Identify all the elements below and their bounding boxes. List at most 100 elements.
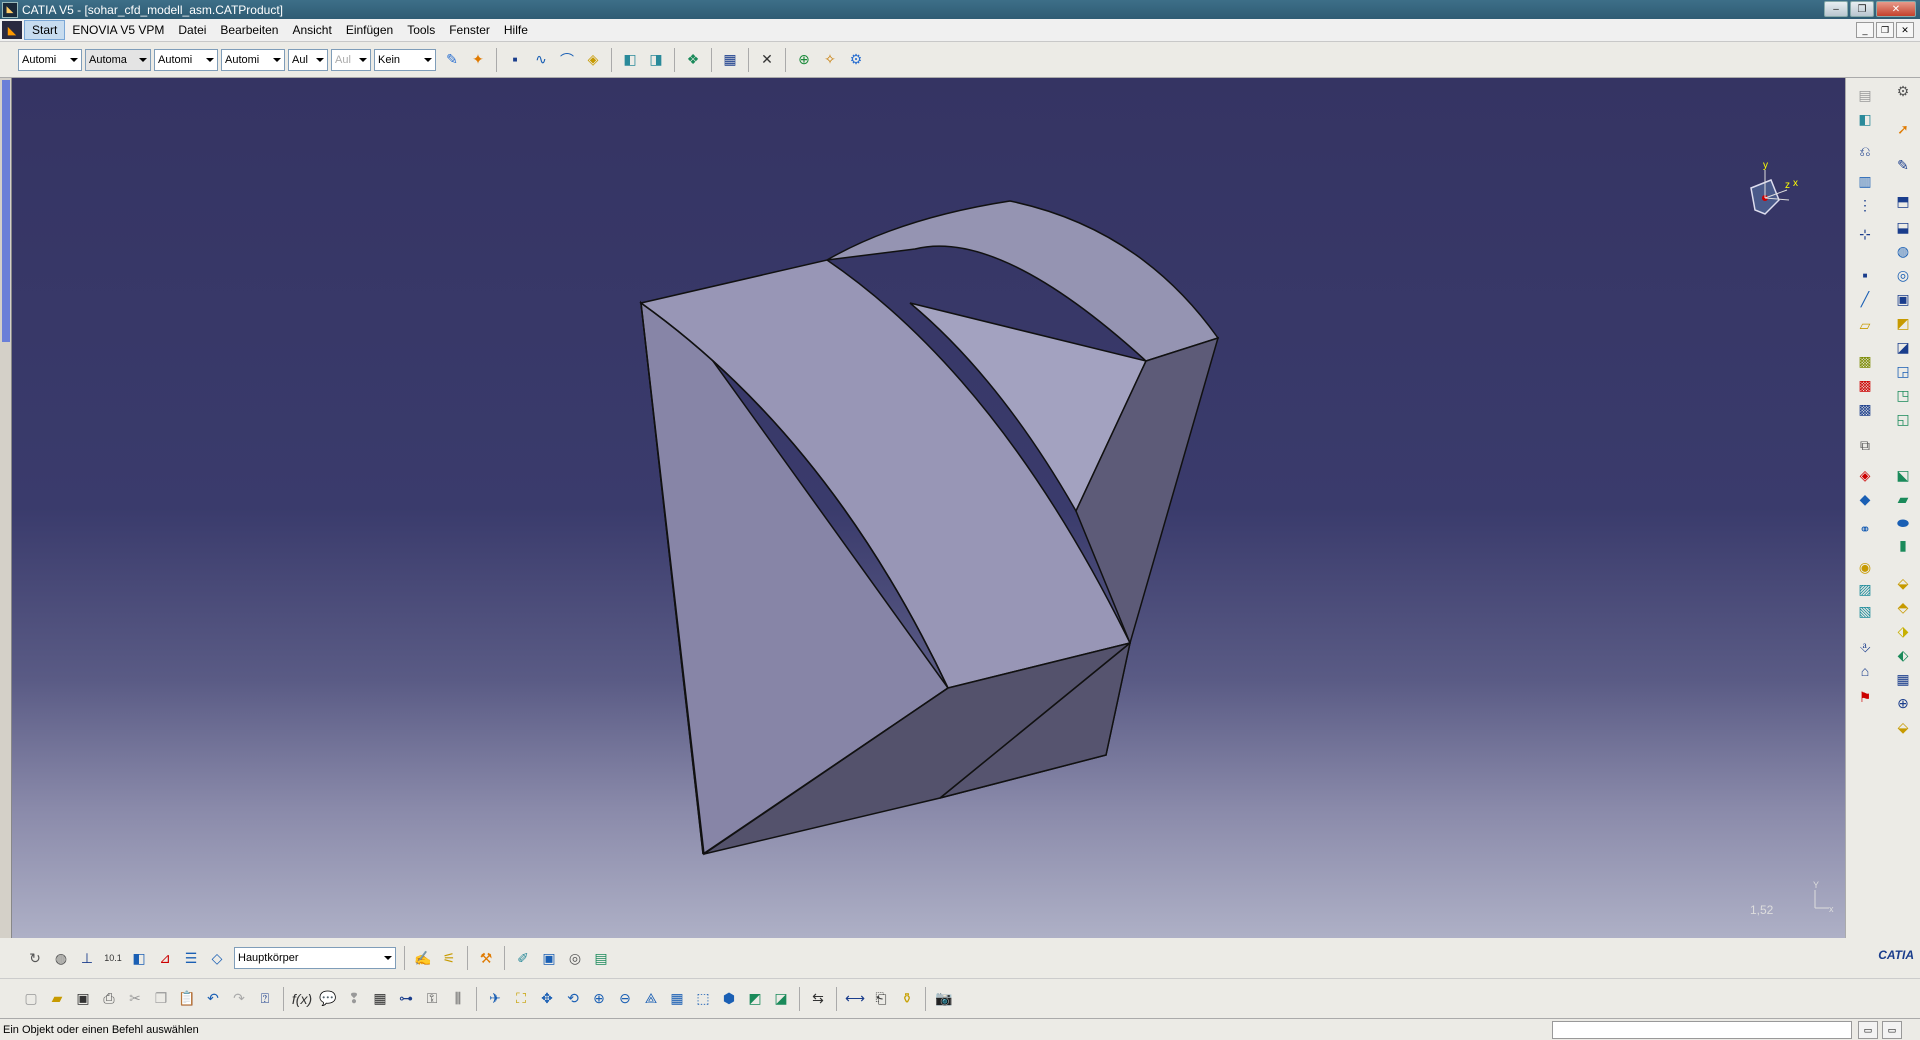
close-surface-icon[interactable]: ⬬	[1892, 512, 1914, 534]
table-icon[interactable]: ▦	[369, 988, 391, 1010]
draft-icon[interactable]: ⚭	[1854, 518, 1876, 540]
properties-icon[interactable]: ✦	[467, 49, 489, 71]
edit-sketch-icon[interactable]: ✎	[1892, 154, 1914, 176]
line-v-icon[interactable]: ╱	[1854, 288, 1876, 310]
rotate-icon[interactable]: ⟲	[562, 988, 584, 1010]
material-icon[interactable]: ▤	[590, 947, 612, 969]
catalog-browser-icon[interactable]: ⇆	[807, 988, 829, 1010]
menu-hilfe[interactable]: Hilfe	[497, 21, 535, 39]
new-file-icon[interactable]: ▢	[20, 988, 42, 1010]
inertia-bottle-icon[interactable]: ⚱	[896, 988, 918, 1010]
parameters-icon[interactable]: ⫼	[447, 988, 469, 1010]
linetype-combo[interactable]: Automi	[221, 48, 285, 71]
catalog-icon[interactable]: ⊕	[793, 49, 815, 71]
plane-icon[interactable]: ◇	[206, 947, 228, 969]
doc-restore-button[interactable]: ❐	[1876, 22, 1894, 38]
print-icon[interactable]: ⎙	[98, 988, 120, 1010]
fillet-icon[interactable]: ◈	[1854, 464, 1876, 486]
copy-icon[interactable]: ❐	[150, 988, 172, 1010]
text-annotation-icon[interactable]: ⌂	[1854, 660, 1876, 682]
measure-icon[interactable]: ▩	[1854, 350, 1876, 372]
rib-icon[interactable]: ◩	[1892, 312, 1914, 334]
zoom-in-icon[interactable]: ⊕	[588, 988, 610, 1010]
publication-icon[interactable]: ✍	[412, 947, 434, 969]
color-combo[interactable]: Automi	[18, 48, 82, 71]
axis-system-icon[interactable]: ⊥	[76, 947, 98, 969]
point-symbol-combo[interactable]: Aul	[288, 48, 328, 71]
formula-icon[interactable]: f(x)	[291, 988, 313, 1010]
3d-model[interactable]: y z x Y x	[0, 78, 1845, 938]
flag-note-icon[interactable]: ⚑	[1854, 686, 1876, 708]
point-v-icon[interactable]: ■	[1854, 264, 1876, 286]
menu-start[interactable]: Start	[24, 20, 66, 40]
catia-menu-icon[interactable]: ◣	[2, 21, 22, 39]
fit-all-icon[interactable]: ⛶	[510, 988, 532, 1010]
settings-gear-icon[interactable]: ⚙	[1892, 80, 1914, 102]
menu-datei[interactable]: Datei	[171, 21, 213, 39]
grid-v-icon[interactable]: ⋮	[1854, 194, 1876, 216]
cut-icon[interactable]: ✂	[124, 988, 146, 1010]
thickness-icon[interactable]: ▨	[1854, 578, 1876, 600]
pad-icon[interactable]: ◧	[619, 49, 641, 71]
target-icon[interactable]: ◎	[564, 947, 586, 969]
lock-icon[interactable]: ⚿	[421, 988, 443, 1010]
3d-viewport[interactable]: y z x Y x 1,52	[0, 78, 1845, 938]
pattern-icon[interactable]: ▦	[1892, 668, 1914, 690]
split-icon[interactable]: ⬕	[1892, 464, 1914, 486]
fly-mode-icon[interactable]: ✈	[484, 988, 506, 1010]
pocket-v-icon[interactable]: ⬓	[1892, 216, 1914, 238]
shading-icon[interactable]: ⬢	[718, 988, 740, 1010]
constraint-icon[interactable]: ✕	[756, 49, 778, 71]
save-icon[interactable]: ▣	[72, 988, 94, 1010]
pan-icon[interactable]: ✥	[536, 988, 558, 1010]
body-manage-icon[interactable]: ◧	[128, 947, 150, 969]
status-toggle-1[interactable]: ▭	[1858, 1021, 1878, 1039]
axis-red-icon[interactable]: ⊿	[154, 947, 176, 969]
shaft-icon[interactable]: ◍	[1892, 240, 1914, 262]
transparency-combo[interactable]: Automa	[85, 48, 151, 71]
chamfer-icon[interactable]: ◆	[1854, 488, 1876, 510]
symmetry-icon[interactable]: ⬗	[1892, 620, 1914, 642]
status-toggle-2[interactable]: ▭	[1882, 1021, 1902, 1039]
pocket-icon[interactable]: ◨	[645, 49, 667, 71]
user-pattern-icon[interactable]: ⬙	[1892, 716, 1914, 738]
thick-surface-icon[interactable]: ▰	[1892, 488, 1914, 510]
grid-icon[interactable]: ▦	[719, 49, 741, 71]
groove-icon[interactable]: ◎	[1892, 264, 1914, 286]
maximize-button[interactable]: ❐	[1850, 1, 1874, 17]
layer-combo[interactable]: Kein	[374, 48, 436, 71]
undo-icon[interactable]: ↶	[202, 988, 224, 1010]
tree-icon[interactable]: ▤	[1854, 84, 1876, 106]
tree-graph-icon[interactable]: ⊶	[395, 988, 417, 1010]
minimize-button[interactable]: –	[1824, 1, 1848, 17]
hide-show-icon[interactable]: ◩	[744, 988, 766, 1010]
units-icon[interactable]: 10.1	[102, 947, 124, 969]
annotation-icon[interactable]: ⎀	[1854, 636, 1876, 658]
analysis-v-icon[interactable]: ▩	[1854, 398, 1876, 420]
knowledge-icon[interactable]: ✧	[819, 49, 841, 71]
image-icon[interactable]: ▣	[538, 947, 560, 969]
command-input[interactable]	[1552, 1021, 1852, 1039]
measure-between-icon[interactable]: ⚟	[438, 947, 460, 969]
swap-space-icon[interactable]: ◪	[770, 988, 792, 1010]
constraint-v-icon[interactable]: ⎌	[1854, 140, 1876, 162]
hole-icon[interactable]: ▣	[1892, 288, 1914, 310]
slot-icon[interactable]: ◪	[1892, 336, 1914, 358]
measure-distance-icon[interactable]: ⟷	[844, 988, 866, 1010]
select-arrow-icon[interactable]: ➚	[1892, 118, 1914, 140]
loft-icon[interactable]: ◳	[1892, 384, 1914, 406]
shell-icon[interactable]: ◉	[1854, 556, 1876, 578]
surface-icon[interactable]: ⌒	[556, 49, 578, 71]
menu-bearbeiten[interactable]: Bearbeiten	[213, 21, 285, 39]
normal-view-icon[interactable]: ⟁	[640, 988, 662, 1010]
multi-view-icon[interactable]: ▦	[666, 988, 688, 1010]
sketch-tool-icon[interactable]: ✐	[512, 947, 534, 969]
rendering-combo[interactable]: Aul	[331, 48, 371, 71]
remove-loft-icon[interactable]: ◱	[1892, 408, 1914, 430]
rotation-icon[interactable]: ⬘	[1892, 596, 1914, 618]
menu-enovia[interactable]: ENOVIA V5 VPM	[65, 21, 171, 39]
list-icon[interactable]: ☰	[180, 947, 202, 969]
paste-icon[interactable]: 📋	[176, 988, 198, 1010]
redo-icon[interactable]: ↷	[228, 988, 250, 1010]
knowledge-bulb-icon[interactable]: ❢	[343, 988, 365, 1010]
